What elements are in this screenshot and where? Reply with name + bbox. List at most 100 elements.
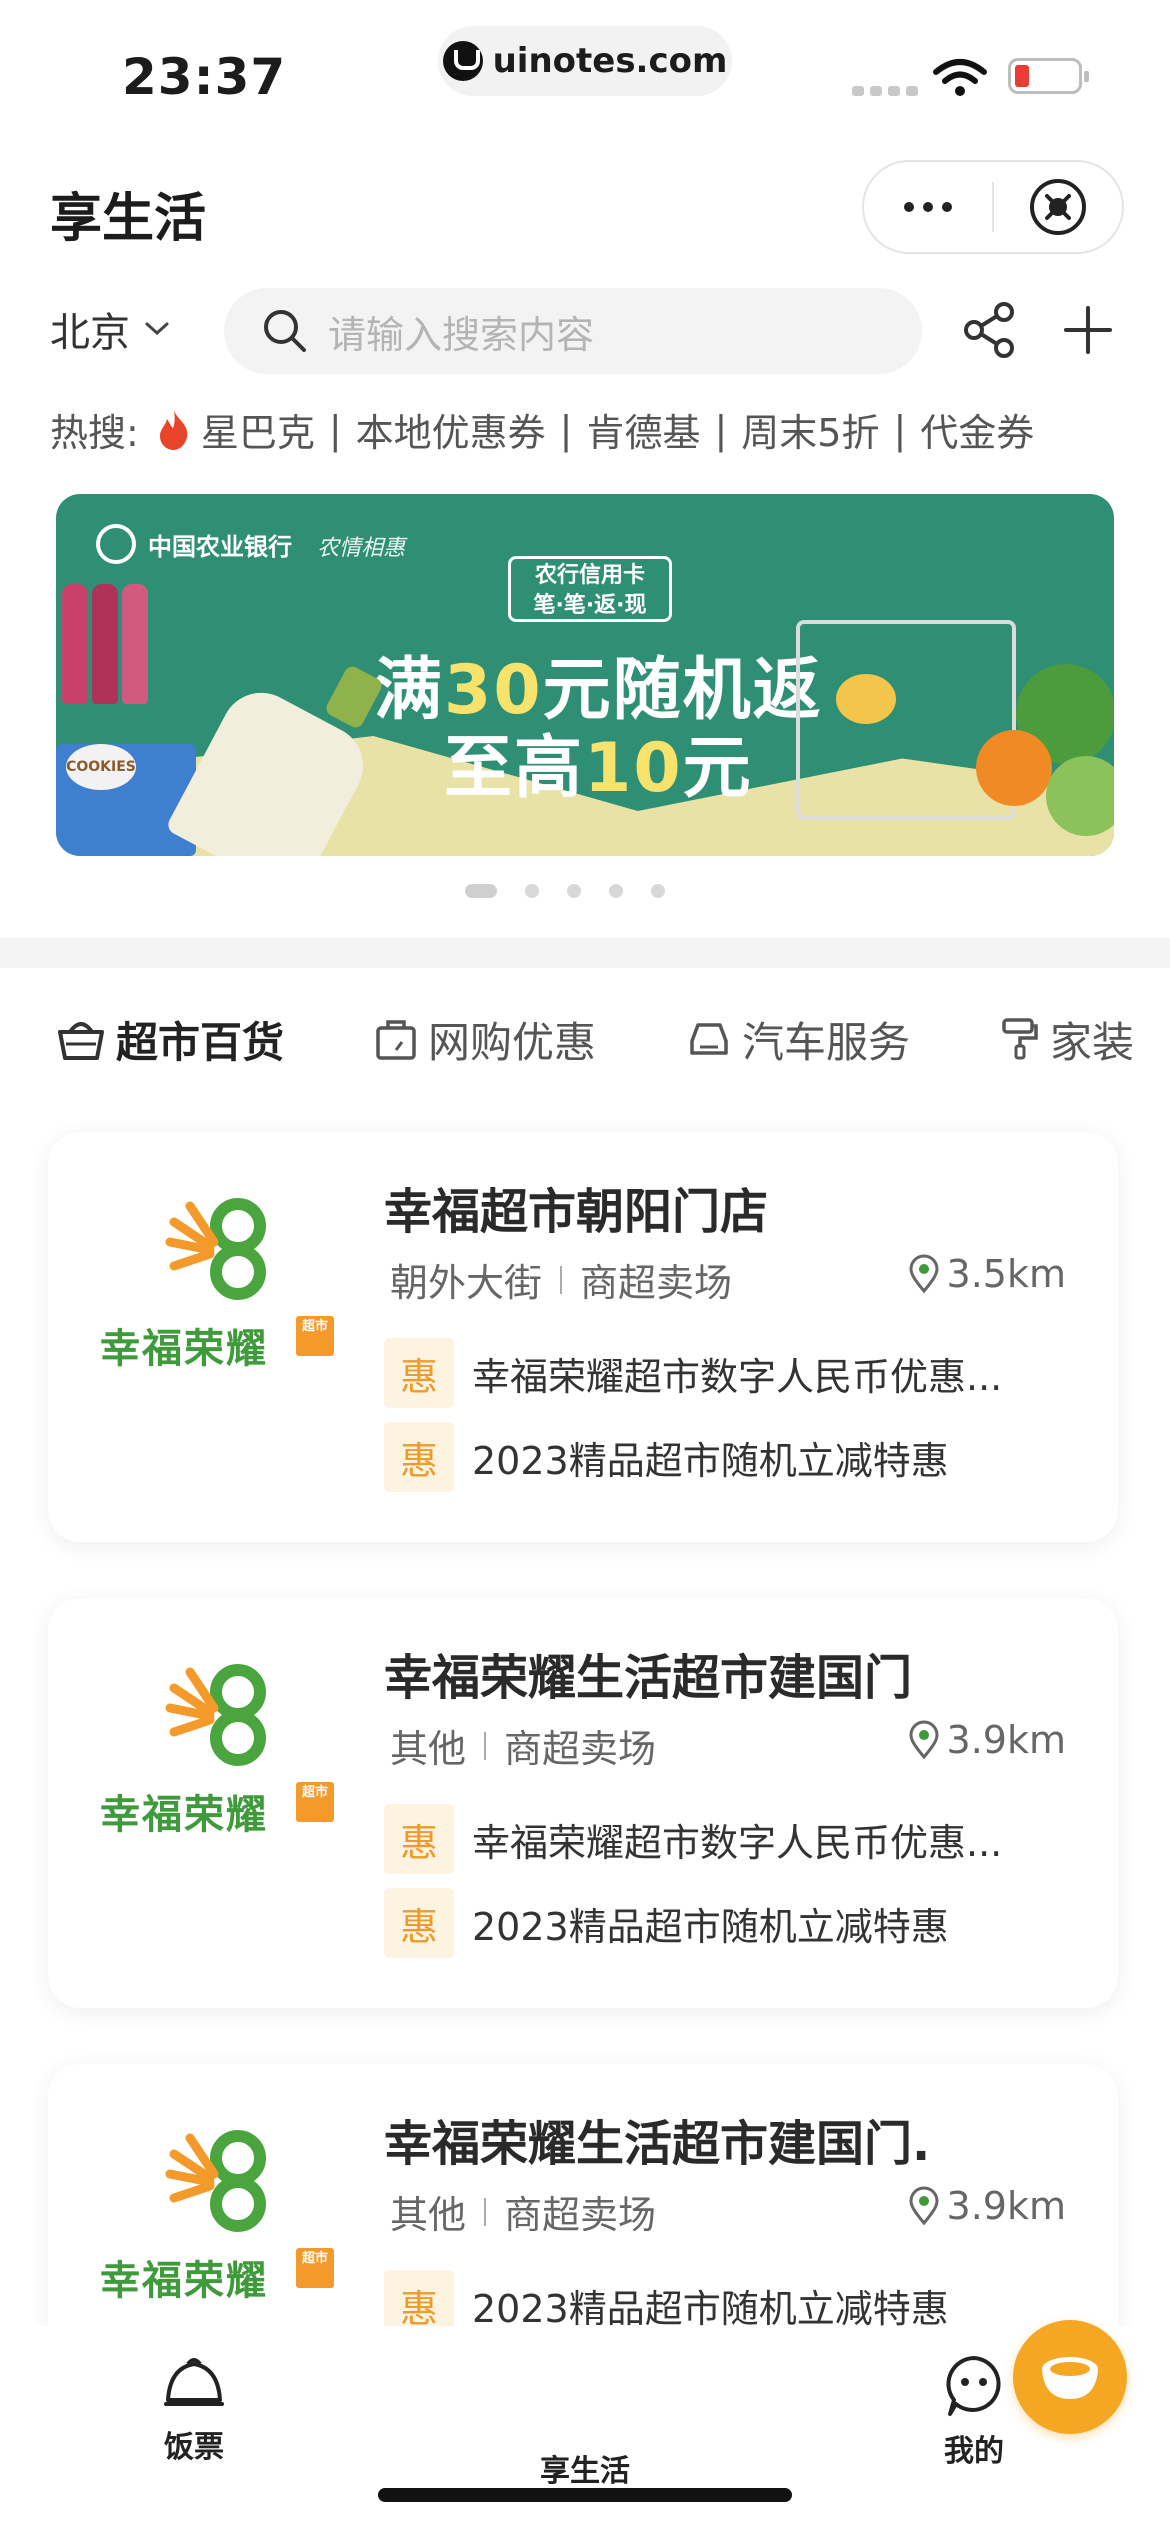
nav-label: 饭票 — [164, 2430, 224, 2465]
more-options-button[interactable] — [864, 162, 992, 252]
banana-illustration — [836, 674, 896, 724]
store-meta: 朝外大街 商超卖场 — [390, 1252, 732, 1307]
pagination-dot[interactable] — [525, 884, 539, 898]
bank-slogan: 农情相惠 — [317, 535, 406, 561]
banner-tag: 农行信用卡 笔·笔·返·现 — [508, 556, 672, 622]
basket-icon — [58, 1022, 104, 1060]
pagination-dot[interactable] — [609, 884, 623, 898]
share-icon[interactable] — [960, 300, 1020, 360]
hot-search-separator: | — [893, 407, 907, 452]
store-distance: 3.9km — [907, 2184, 1066, 2228]
store-name: 幸福荣耀生活超市建国门. — [384, 2116, 931, 2172]
close-circle-icon — [1029, 179, 1086, 235]
search-placeholder: 请输入搜索内容 — [328, 312, 595, 357]
tab-supermarket[interactable]: 超市百货 — [56, 1009, 284, 1070]
page-title: 享生活 — [50, 189, 207, 249]
url-text: uinotes.com — [492, 41, 728, 81]
abc-bank-logo-icon — [96, 524, 136, 564]
tab-home-decor[interactable]: 家装 — [1000, 1009, 1134, 1070]
location-pin-icon — [909, 2186, 939, 2226]
meta-separator — [484, 2197, 487, 2226]
flame-icon — [159, 410, 188, 450]
bank-name: 中国农业银行 — [148, 532, 292, 561]
tab-car-service[interactable]: 汽车服务 — [686, 1009, 910, 1070]
promo-badge: 惠 — [384, 1888, 454, 1958]
uinotes-logo-icon — [442, 41, 483, 81]
chevron-down-icon — [145, 322, 169, 336]
hot-search-item[interactable]: 星巴克 — [201, 402, 315, 457]
promo-text: 2023精品超市随机立减特惠 — [472, 1438, 949, 1483]
tab-online-shopping[interactable]: 网购优惠 — [374, 1009, 596, 1070]
hot-search-item[interactable]: 肯德基 — [586, 402, 700, 457]
store-name: 幸福超市朝阳门店 — [384, 1184, 769, 1240]
tab-label: 汽车服务 — [742, 1017, 911, 1067]
promo-badge: 惠 — [384, 1804, 454, 1874]
nav-mine[interactable]: 我的 — [874, 2354, 1074, 2470]
hot-search-separator: | — [559, 407, 573, 452]
promo-text: 幸福荣耀超市数字人民币优惠... — [472, 1354, 1003, 1399]
promo-row[interactable]: 惠 幸福荣耀超市数字人民币优惠... — [384, 1338, 1002, 1408]
city-label: 北京 — [50, 310, 130, 356]
profile-face-icon — [946, 2356, 1001, 2416]
pagination-dot-active[interactable] — [465, 884, 497, 898]
brand-tag: 超市 — [296, 1782, 334, 1822]
store-category: 商超卖场 — [504, 2193, 657, 2237]
promo-banner[interactable]: 中国农业银行 农情相惠 农行信用卡 笔·笔·返·现 满30元随机返 至高10元 … — [56, 494, 1114, 856]
promo-text: 幸福荣耀超市数字人民币优惠... — [472, 1820, 1003, 1865]
nav-label: 享生活 — [540, 2454, 630, 2489]
hot-search-item[interactable]: 代金券 — [920, 402, 1034, 457]
store-card[interactable]: 幸福荣耀 超市 幸福荣耀生活超市建国门 其他 商超卖场 3.9km 惠 幸福荣耀… — [48, 1598, 1118, 2008]
wine-bottle-illustration — [92, 584, 118, 704]
banner-pagination — [0, 884, 1150, 898]
promo-row[interactable]: 惠 2023精品超市随机立减特惠 — [384, 1422, 949, 1492]
banner-subline: 至高10元 — [444, 729, 753, 808]
add-icon[interactable] — [1058, 300, 1118, 360]
store-meta: 其他 商超卖场 — [390, 2184, 656, 2239]
store-area: 朝外大街 — [390, 1261, 543, 1305]
store-area: 其他 — [390, 1727, 467, 1771]
city-selector[interactable]: 北京 — [50, 300, 170, 358]
tab-label: 网购优惠 — [428, 1017, 597, 1067]
pagination-dot[interactable] — [651, 884, 665, 898]
tab-label: 家装 — [1050, 1017, 1135, 1067]
pagination-dot[interactable] — [567, 884, 581, 898]
cookies-label-illustration: COOKIES — [66, 744, 136, 790]
battery-icon — [1008, 58, 1089, 94]
search-icon — [264, 310, 306, 352]
store-logo: 幸福荣耀 超市 — [100, 1658, 340, 1858]
store-meta: 其他 商超卖场 — [390, 1718, 656, 1773]
hot-search-item[interactable]: 周末5折 — [741, 402, 879, 457]
hot-search-separator: | — [714, 407, 728, 452]
paint-roller-icon — [1002, 1018, 1038, 1060]
nav-meal-ticket[interactable]: 饭票 — [94, 2354, 294, 2466]
brand-flower-icon — [165, 1198, 266, 1300]
brand-tag: 超市 — [296, 2248, 334, 2288]
close-mini-program-button[interactable] — [994, 162, 1122, 252]
status-bar: 23:37 uinotes.com — [0, 0, 1170, 140]
banner-tag-line2: 笔·笔·返·现 — [533, 593, 647, 618]
hot-search-bar: 热搜: 星巴克 | 本地优惠券 | 肯德基 | 周末5折 | 代金券 — [50, 402, 1034, 457]
store-distance: 3.5km — [907, 1252, 1066, 1296]
search-input[interactable]: 请输入搜索内容 — [224, 288, 922, 374]
meta-separator — [560, 1265, 563, 1294]
hot-search-item[interactable]: 本地优惠券 — [356, 402, 546, 457]
orange-illustration — [976, 730, 1052, 806]
nav-enjoy-life[interactable]: 享生活 — [485, 2320, 1127, 2490]
tab-label: 超市百货 — [116, 1017, 285, 1067]
wine-bottle-illustration — [122, 584, 148, 704]
promo-row[interactable]: 惠 2023精品超市随机立减特惠 — [384, 1888, 949, 1958]
promo-row[interactable]: 惠 幸福荣耀超市数字人民币优惠... — [384, 1804, 1002, 1874]
store-logo: 幸福荣耀 超市 — [100, 2124, 340, 2324]
store-category: 商超卖场 — [580, 1261, 733, 1305]
promo-text: 2023精品超市随机立减特惠 — [472, 2286, 949, 2331]
brand-tag: 超市 — [296, 1316, 334, 1356]
cellular-signal-icon — [852, 86, 918, 96]
store-logo: 幸福荣耀 超市 — [100, 1192, 340, 1392]
store-name: 幸福荣耀生活超市建国门 — [384, 1650, 913, 1706]
meta-separator — [484, 1731, 487, 1760]
brand-flower-icon — [165, 2130, 266, 2232]
store-card[interactable]: 幸福荣耀 超市 幸福超市朝阳门店 朝外大街 商超卖场 3.5km 惠 幸福荣耀超… — [48, 1132, 1118, 1542]
url-pill: uinotes.com — [438, 26, 732, 96]
store-card[interactable]: 幸福荣耀 超市 幸福荣耀生活超市建国门. 其他 商超卖场 3.9km 惠 202… — [48, 2064, 1118, 2364]
car-icon — [690, 1023, 728, 1055]
